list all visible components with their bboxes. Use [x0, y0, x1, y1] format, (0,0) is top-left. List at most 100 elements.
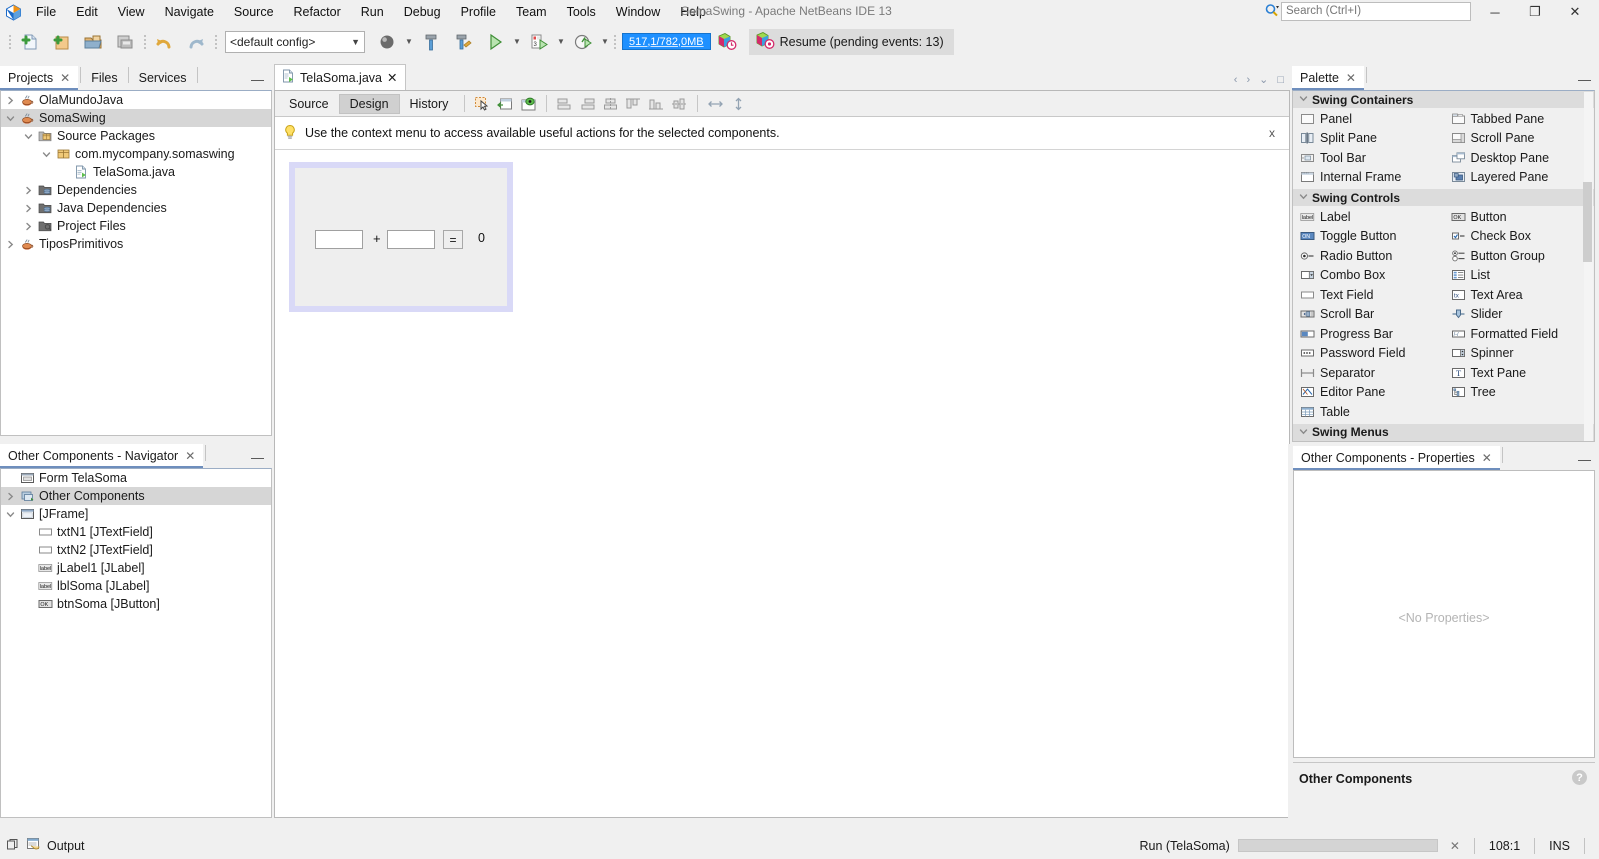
- palette-item-table[interactable]: Table: [1293, 402, 1444, 422]
- debug-project-button[interactable]: 3: [523, 28, 555, 56]
- undo-button[interactable]: [148, 28, 180, 56]
- tree-node[interactable]: com.mycompany.somaswing: [1, 145, 271, 163]
- palette-item-progress-bar[interactable]: Progress Bar: [1293, 324, 1444, 344]
- tab-properties[interactable]: Other Components - Properties ✕: [1293, 446, 1500, 470]
- save-all-button[interactable]: [109, 28, 141, 56]
- palette-item-check-box[interactable]: Check Box: [1444, 227, 1595, 247]
- align-bottom-icon[interactable]: [645, 93, 668, 114]
- tree-node[interactable]: Other Components: [1, 487, 271, 505]
- align-left-icon[interactable]: [553, 93, 576, 114]
- tab-palette[interactable]: Palette ✕: [1292, 66, 1364, 90]
- navigator-tree[interactable]: Form TelaSoma Other Components [JFrame] txt…: [0, 468, 272, 818]
- tree-node[interactable]: txtN1 [JTextField]: [1, 523, 271, 541]
- tab-files[interactable]: Files: [83, 66, 126, 90]
- palette-item-radio-button[interactable]: Radio Button: [1293, 246, 1444, 266]
- palette-item-desktop-pane[interactable]: Desktop Pane: [1444, 148, 1595, 168]
- tree-node[interactable]: label jLabel1 [JLabel]: [1, 559, 271, 577]
- tree-node[interactable]: OlaMundoJava: [1, 91, 271, 109]
- tip-close-button[interactable]: x: [1269, 126, 1275, 140]
- resize-horizontal-icon[interactable]: [704, 93, 727, 114]
- palette-scroll-thumb[interactable]: [1583, 182, 1592, 262]
- tree-node[interactable]: [JFrame]: [1, 505, 271, 523]
- run-project-button[interactable]: [479, 28, 511, 56]
- menu-refactor[interactable]: Refactor: [284, 1, 351, 23]
- tree-node[interactable]: Form TelaSoma: [1, 469, 271, 487]
- preview-design-icon[interactable]: [517, 93, 540, 114]
- tree-node[interactable]: txtN2 [JTextField]: [1, 541, 271, 559]
- tab-projects-close-icon[interactable]: ✕: [60, 71, 70, 85]
- view-history-button[interactable]: History: [400, 94, 459, 114]
- tree-twisty-right[interactable]: [21, 204, 36, 213]
- menu-navigate[interactable]: Navigate: [155, 1, 224, 23]
- search-input[interactable]: Search (Ctrl+I): [1281, 2, 1471, 21]
- restore-window-icon[interactable]: [6, 838, 19, 854]
- align-right-icon[interactable]: [576, 93, 599, 114]
- menu-source[interactable]: Source: [224, 1, 284, 23]
- view-source-button[interactable]: Source: [279, 94, 339, 114]
- project-config-select[interactable]: <default config> ▼: [225, 30, 365, 53]
- design-canvas[interactable]: + = 0: [275, 151, 1289, 817]
- tab-projects[interactable]: Projects ✕: [0, 66, 79, 90]
- tree-twisty-down[interactable]: [3, 114, 18, 123]
- palette-item-spinner[interactable]: Spinner: [1444, 344, 1595, 364]
- new-project-button[interactable]: [45, 28, 77, 56]
- palette-item-tabbed-pane[interactable]: Tabbed Pane: [1444, 109, 1595, 129]
- palette-item-button-group[interactable]: Button Group: [1444, 246, 1595, 266]
- btnSoma-button[interactable]: =: [443, 230, 463, 249]
- pending-events-icon[interactable]: [711, 28, 743, 56]
- tree-node[interactable]: Source Packages: [1, 127, 271, 145]
- txtN2-textfield[interactable]: [387, 230, 435, 249]
- selection-mode-icon[interactable]: [471, 93, 494, 114]
- palette-item-scroll-bar[interactable]: Scroll Bar: [1293, 305, 1444, 325]
- editor-tab-close-icon[interactable]: ✕: [387, 70, 397, 85]
- tree-node[interactable]: TiposPrimitivos: [1, 235, 271, 253]
- palette-item-panel[interactable]: Panel: [1293, 109, 1444, 129]
- prev-tab-icon[interactable]: ‹: [1234, 74, 1238, 86]
- navigator-minimize-button[interactable]: —: [251, 450, 264, 465]
- build-project-button[interactable]: [415, 28, 447, 56]
- palette-minimize-button[interactable]: —: [1578, 72, 1591, 87]
- palette-item-internal-frame[interactable]: Internal Frame: [1293, 168, 1444, 188]
- palette-category-swing-controls[interactable]: Swing Controls: [1293, 189, 1594, 206]
- align-center-vertical-icon[interactable]: [668, 93, 691, 114]
- palette-item-formatted-field[interactable]: /-/ Formatted Field: [1444, 324, 1595, 344]
- menu-profile[interactable]: Profile: [451, 1, 506, 23]
- palette-item-text-pane[interactable]: T Text Pane: [1444, 363, 1595, 383]
- tree-node[interactable]: label lblSoma [JLabel]: [1, 577, 271, 595]
- output-window-button[interactable]: Output: [26, 837, 85, 854]
- tab-palette-close-icon[interactable]: ✕: [1346, 71, 1356, 85]
- align-center-horizontal-icon[interactable]: [599, 93, 622, 114]
- tree-twisty-right[interactable]: [3, 240, 18, 249]
- tree-twisty-right[interactable]: [3, 96, 18, 105]
- resume-button[interactable]: Resume (pending events: 13): [748, 28, 954, 55]
- profile-dropdown[interactable]: ▼: [599, 28, 611, 56]
- close-button[interactable]: ✕: [1555, 0, 1595, 24]
- editor-tab-telasoma[interactable]: TelaSoma.java ✕: [274, 64, 407, 90]
- tree-node[interactable]: SomaSwing: [1, 109, 271, 127]
- palette-item-password-field[interactable]: Password Field: [1293, 344, 1444, 364]
- projects-minimize-button[interactable]: —: [251, 72, 264, 87]
- tree-twisty-right[interactable]: [21, 222, 36, 231]
- open-project-button[interactable]: [77, 28, 109, 56]
- palette-item-split-pane[interactable]: Split Pane: [1293, 129, 1444, 149]
- tree-node[interactable]: OK btnSoma [JButton]: [1, 595, 271, 613]
- minimize-button[interactable]: ─: [1475, 0, 1515, 24]
- menu-edit[interactable]: Edit: [66, 1, 108, 23]
- palette-item-combo-box[interactable]: Combo Box: [1293, 266, 1444, 286]
- memory-indicator[interactable]: 517,1/782,0MB: [622, 33, 711, 50]
- palette-item-scroll-pane[interactable]: Scroll Pane: [1444, 129, 1595, 149]
- tree-twisty-right[interactable]: [3, 492, 18, 501]
- menu-run[interactable]: Run: [351, 1, 394, 23]
- tree-node[interactable]: Dependencies: [1, 181, 271, 199]
- maximize-button[interactable]: ❐: [1515, 0, 1555, 24]
- set-main-project-button[interactable]: [371, 28, 403, 56]
- palette-item-editor-pane[interactable]: Editor Pane: [1293, 383, 1444, 403]
- new-file-button[interactable]: [13, 28, 45, 56]
- cancel-task-icon[interactable]: ✕: [1450, 839, 1460, 853]
- tab-list-icon[interactable]: ⌄: [1259, 73, 1268, 86]
- tree-twisty-right[interactable]: [21, 186, 36, 195]
- tree-twisty-down[interactable]: [21, 132, 36, 141]
- menu-team[interactable]: Team: [506, 1, 557, 23]
- menu-view[interactable]: View: [108, 1, 155, 23]
- connection-mode-icon[interactable]: [494, 93, 517, 114]
